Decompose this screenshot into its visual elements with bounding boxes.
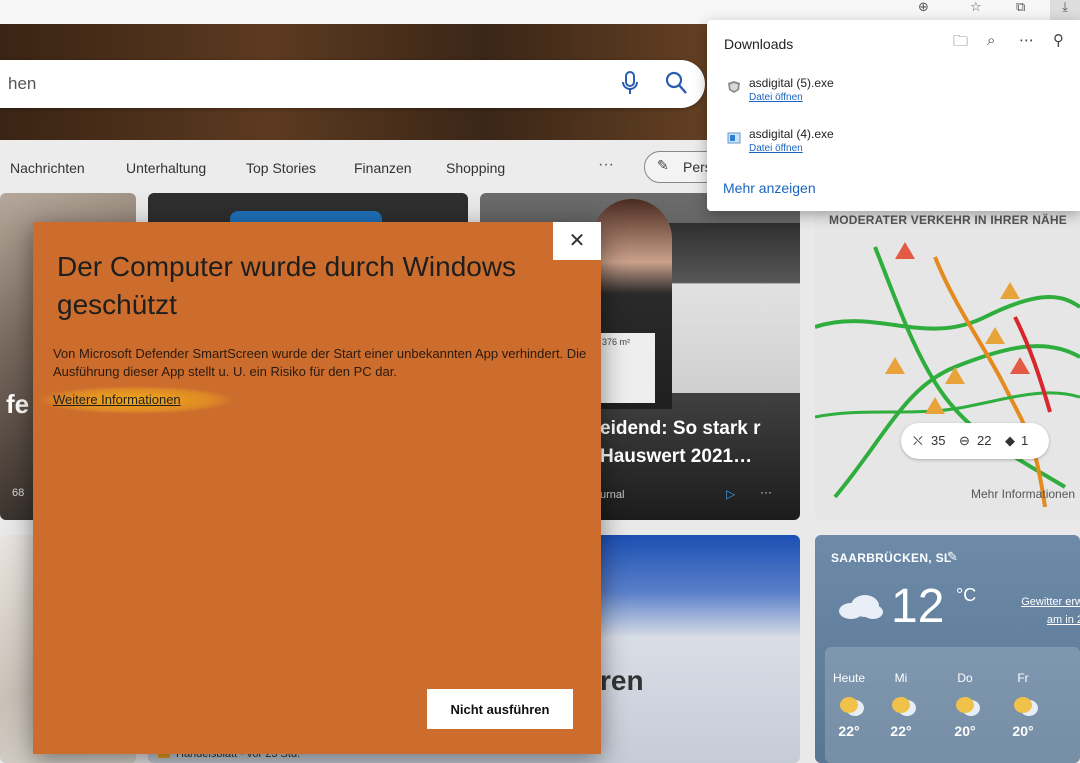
download-item[interactable]: asdigital (5).exe Datei öffnen [707,70,1080,114]
card-headline-fragment: ren [600,665,644,696]
traffic-more-info-link[interactable]: Mehr Informationen [971,487,1075,501]
traffic-title: MODERATER VERKEHR IN IHRER NÄHE [829,213,1067,227]
nav-item-unterhaltung[interactable]: Unterhaltung [126,160,206,176]
search-box[interactable]: hen [0,60,705,108]
application-icon [727,132,741,144]
nav-more-button[interactable]: ··· [598,156,614,174]
play-icon[interactable]: ▷ [726,487,735,501]
search-icon[interactable] [664,70,688,96]
incident-icon: ⛌ [913,433,923,448]
forecast-day[interactable]: Do 20° [945,671,985,739]
dialog-message: Von Microsoft Defender SmartScreen wurde… [53,346,587,379]
forecast-day[interactable]: Heute 22° [829,671,869,739]
pencil-icon: ✎ [657,157,669,173]
forecast-day[interactable]: Fr 20° [1003,671,1043,739]
favorites-icon[interactable]: ☆ [970,0,982,15]
nav-item-shopping[interactable]: Shopping [446,160,505,176]
weather-card[interactable]: SAARBRÜCKEN, SL ✎ 12 °C Gewitter erw am … [815,535,1080,763]
downloads-title: Downloads [724,36,794,52]
warning-icon: ◆ [1005,433,1015,448]
closure-icon: ⊖ [959,433,970,448]
card-title-fragment: fe [6,389,30,419]
smartscreen-dialog: ✕ Der Computer wurde durch Windows gesch… [33,222,601,754]
traffic-stats: ⛌ 35 ⊖ 22 ◆ 1 [901,423,1049,459]
collections-icon[interactable]: ⧉ [1016,0,1025,15]
news-title[interactable]: eidend: So stark r Hauswert 2021… [600,415,800,471]
search-input[interactable]: hen [8,74,36,94]
incident-count: 35 [931,433,946,448]
microphone-icon[interactable] [620,70,640,96]
more-options-icon[interactable]: ··· [760,485,772,499]
document-text: 376 m² [602,337,631,347]
profile-icon[interactable]: ⊕ [918,0,929,15]
open-file-link[interactable]: Datei öffnen [749,92,803,103]
weather-unit: °C [956,585,977,605]
dont-run-button[interactable]: Nicht ausführen [427,689,573,729]
forecast-day[interactable]: Mi 22° [881,671,921,739]
forecast-strip: Heute 22° Mi 22° Do 20° Fr 20° [825,647,1080,763]
more-options-icon[interactable]: ⋯ [1019,31,1034,49]
cloud-icon [839,595,883,619]
partly-sunny-icon [840,697,858,713]
partly-sunny-icon [1014,697,1032,713]
nav-item-top-stories[interactable]: Top Stories [246,160,316,176]
open-file-link[interactable]: Datei öffnen [749,143,803,154]
more-info-link[interactable]: Weitere Informationen [53,392,181,407]
traffic-map[interactable] [815,237,1080,517]
traffic-card[interactable]: MODERATER VERKEHR IN IHRER NÄHE ⛌ 35 ⊖ 2… [815,193,1080,520]
download-item[interactable]: asdigital (4).exe Datei öffnen [707,121,1080,165]
weather-alert-link[interactable]: Gewitter erw am in 2 [993,593,1080,629]
nav-item-nachrichten[interactable]: Nachrichten [10,160,85,176]
partly-sunny-icon [892,697,910,713]
download-filename: asdigital (4).exe [749,127,834,141]
download-filename: asdigital (5).exe [749,76,834,90]
document-image: 376 m² [600,333,655,403]
weather-temperature: 12 [891,580,945,633]
storm-icon [956,697,974,713]
closure-count: 22 [977,433,992,448]
installer-icon [728,81,740,93]
weather-location: SAARBRÜCKEN, SL [831,551,952,565]
downloads-panel: Downloads 🗀 ⌕ ⋯ ⚲ asdigital (5).exe Date… [707,20,1080,211]
news-source: urnal [600,489,625,501]
card-reaction-count: 68 [12,487,25,499]
dialog-title: Der Computer wurde durch Windows geschüt… [57,251,517,320]
search-downloads-icon[interactable]: ⌕ [987,31,995,49]
show-more-link[interactable]: Mehr anzeigen [723,180,816,196]
edit-location-icon[interactable]: ✎ [947,549,958,565]
nav-item-finanzen[interactable]: Finanzen [354,160,412,176]
open-folder-icon[interactable]: 🗀 [953,31,968,56]
warning-count: 1 [1021,433,1029,448]
pin-icon[interactable]: ⚲ [1053,31,1064,49]
downloads-icon[interactable]: ⤓ [1050,0,1080,20]
close-button[interactable]: ✕ [553,222,601,260]
